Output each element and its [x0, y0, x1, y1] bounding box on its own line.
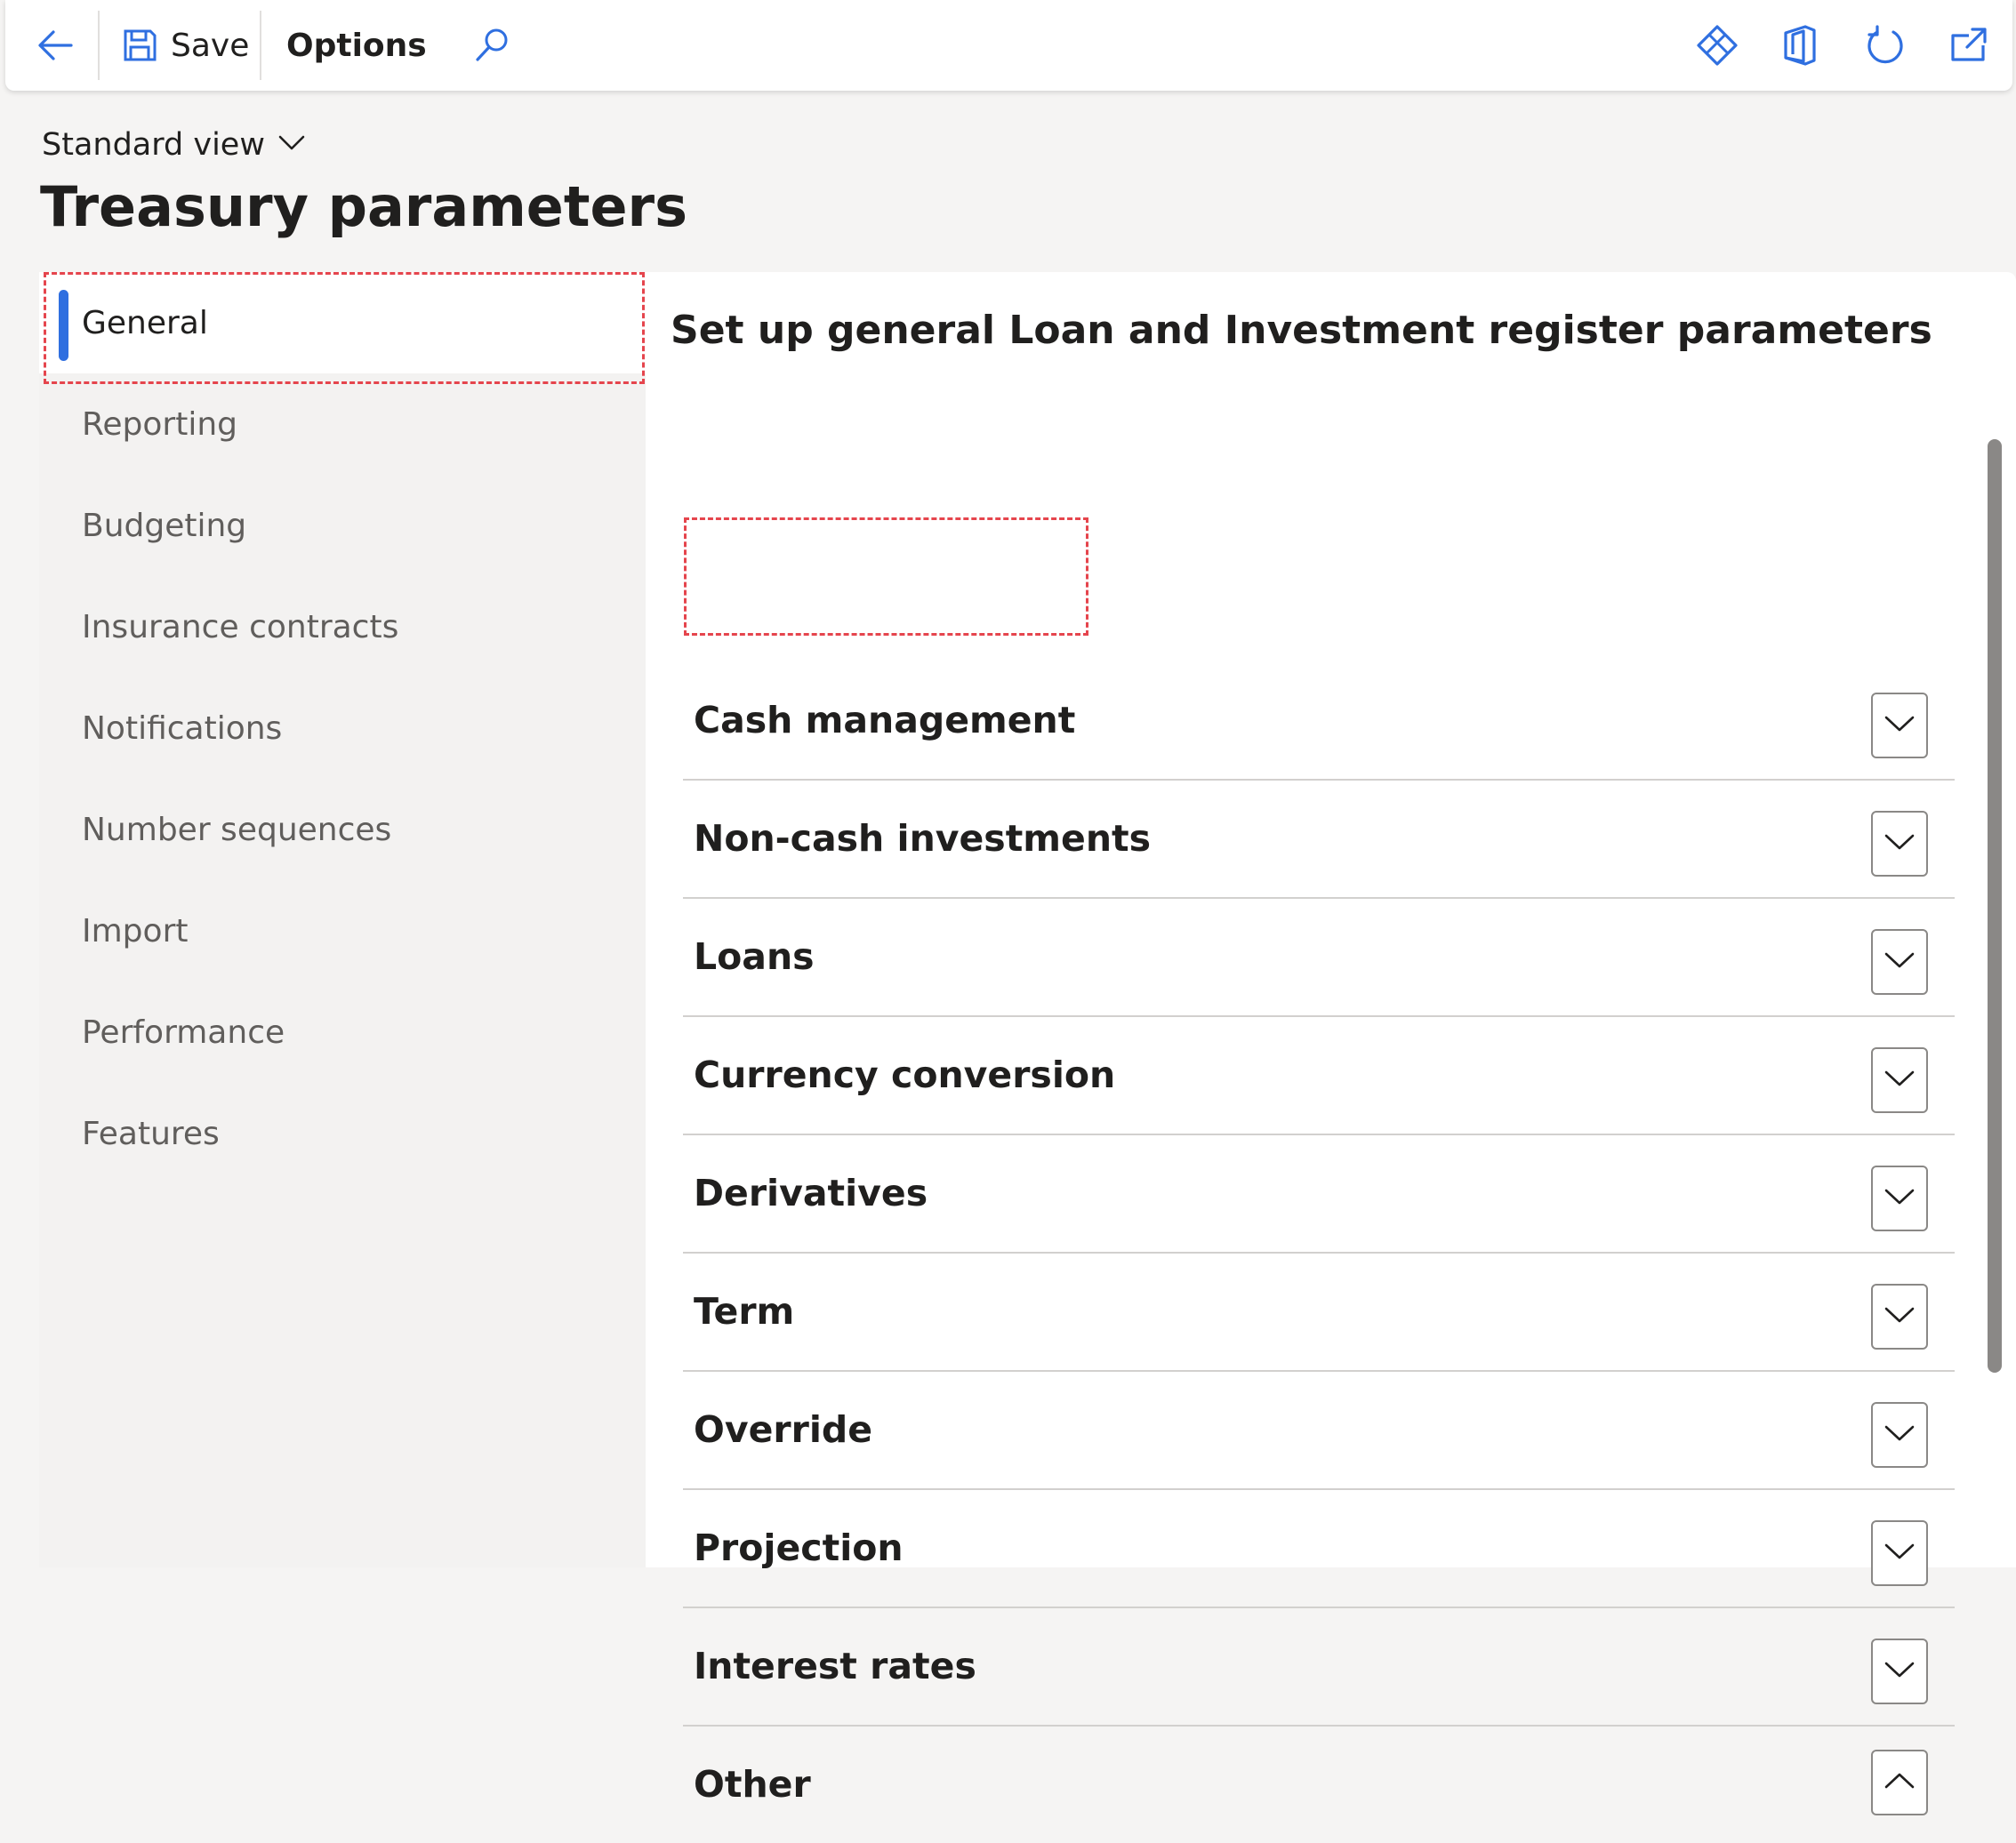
options-button[interactable]: Options: [286, 0, 427, 91]
expand-button[interactable]: [1871, 1520, 1928, 1586]
nav-item-label: Insurance contracts: [82, 608, 399, 645]
fasttab-label[interactable]: Cash management: [694, 661, 1075, 779]
fasttab-label[interactable]: Override: [694, 1370, 872, 1488]
diamond-icon: [1695, 23, 1739, 68]
toolbar-separator: [260, 11, 261, 80]
fasttab-non-cash-investments: Non-cash investments: [683, 779, 1955, 899]
nav-item-label: Import: [82, 912, 189, 950]
chevron-down-icon: [1883, 1305, 1916, 1328]
search-icon: [471, 25, 512, 66]
nav-item-label: Performance: [82, 1014, 285, 1051]
toolbar-separator: [98, 11, 100, 80]
nav-item-label: Number sequences: [82, 811, 392, 848]
fasttab-label[interactable]: Term: [694, 1252, 794, 1370]
nav-item-general[interactable]: General: [39, 272, 646, 373]
view-selector-label: Standard view: [42, 127, 265, 163]
fasttab-loans: Loans: [683, 897, 1955, 1017]
nav-item-label: Notifications: [82, 709, 283, 747]
save-icon: [121, 27, 158, 64]
vertical-scrollbar[interactable]: [1988, 439, 2002, 1373]
fasttab-label[interactable]: Derivatives: [694, 1134, 928, 1252]
chevron-down-icon: [1883, 1187, 1916, 1210]
fasttab-cash-management: Cash management: [683, 661, 1955, 781]
expand-button[interactable]: [1871, 1402, 1928, 1468]
fasttab-projection: Projection: [683, 1488, 1955, 1608]
fasttab-term: Term: [683, 1252, 1955, 1372]
fasttab-derivatives: Derivatives: [683, 1134, 1955, 1254]
expand-button[interactable]: [1871, 811, 1928, 877]
nav-item-features[interactable]: Features: [39, 1083, 646, 1184]
chevron-down-icon: [277, 134, 306, 156]
nav-item-import[interactable]: Import: [39, 880, 646, 982]
nav-item-notifications[interactable]: Notifications: [39, 677, 646, 779]
fasttab-override: Override: [683, 1370, 1955, 1490]
fasttab-label[interactable]: Interest rates: [694, 1607, 976, 1725]
search-button[interactable]: [471, 0, 512, 91]
back-arrow-icon: [34, 24, 76, 67]
section-title: Set up general Loan and Investment regis…: [671, 308, 1932, 353]
expand-button[interactable]: [1871, 1284, 1928, 1350]
nav-item-budgeting[interactable]: Budgeting: [39, 475, 646, 576]
chevron-down-icon: [1883, 1542, 1916, 1565]
nav-item-number-sequences[interactable]: Number sequences: [39, 779, 646, 880]
nav-item-performance[interactable]: Performance: [39, 982, 646, 1083]
expand-button[interactable]: [1871, 1166, 1928, 1231]
fasttab-label[interactable]: Projection: [694, 1488, 904, 1607]
nav-item-label: Reporting: [82, 405, 238, 443]
expand-button[interactable]: [1871, 1639, 1928, 1704]
fasttab-label[interactable]: Currency conversion: [694, 1015, 1115, 1134]
chevron-down-icon: [1883, 1660, 1916, 1683]
page-title: Treasury parameters: [40, 174, 688, 239]
nav-item-reporting[interactable]: Reporting: [39, 373, 646, 475]
selected-indicator: [59, 290, 68, 361]
office-icon: [1782, 24, 1818, 67]
fasttab-label[interactable]: Non-cash investments: [694, 779, 1151, 897]
open-new-window-icon: [1949, 26, 1988, 65]
fasttab-interest-rates: Interest rates: [683, 1607, 1955, 1727]
chevron-down-icon: [1883, 1069, 1916, 1092]
chevron-down-icon: [1883, 832, 1916, 855]
chevron-up-icon: [1883, 1771, 1916, 1794]
nav-item-label: Features: [82, 1115, 220, 1152]
view-selector[interactable]: Standard view: [42, 121, 306, 169]
fasttab-label[interactable]: Loans: [694, 897, 815, 1015]
left-nav: General Reporting Budgeting Insurance co…: [39, 272, 647, 1567]
chevron-down-icon: [1883, 1423, 1916, 1446]
collapse-button[interactable]: [1871, 1750, 1928, 1815]
command-bar: Save Options: [5, 0, 2012, 91]
nav-item-label: Budgeting: [82, 507, 247, 544]
nav-item-insurance-contracts[interactable]: Insurance contracts: [39, 576, 646, 677]
save-button[interactable]: Save: [121, 0, 249, 91]
expand-button[interactable]: [1871, 693, 1928, 758]
chevron-down-icon: [1883, 950, 1916, 974]
refresh-icon: [1864, 24, 1907, 67]
fasttab-label[interactable]: Other: [694, 1725, 811, 1843]
main-panel: Set up general Loan and Investment regis…: [646, 272, 2016, 1815]
chevron-down-icon: [1883, 714, 1916, 737]
diamond-button[interactable]: [1695, 0, 1739, 91]
refresh-button[interactable]: [1864, 0, 1907, 91]
options-label: Options: [286, 27, 427, 64]
expand-button[interactable]: [1871, 929, 1928, 995]
expand-button[interactable]: [1871, 1047, 1928, 1113]
office-button[interactable]: [1782, 0, 1818, 91]
save-label: Save: [171, 27, 250, 64]
open-new-window-button[interactable]: [1949, 0, 1988, 91]
fasttab-currency-conversion: Currency conversion: [683, 1015, 1955, 1135]
fasttab-other: Other: [683, 1725, 1955, 1843]
nav-item-label: General: [82, 304, 208, 341]
back-button[interactable]: [34, 0, 76, 91]
